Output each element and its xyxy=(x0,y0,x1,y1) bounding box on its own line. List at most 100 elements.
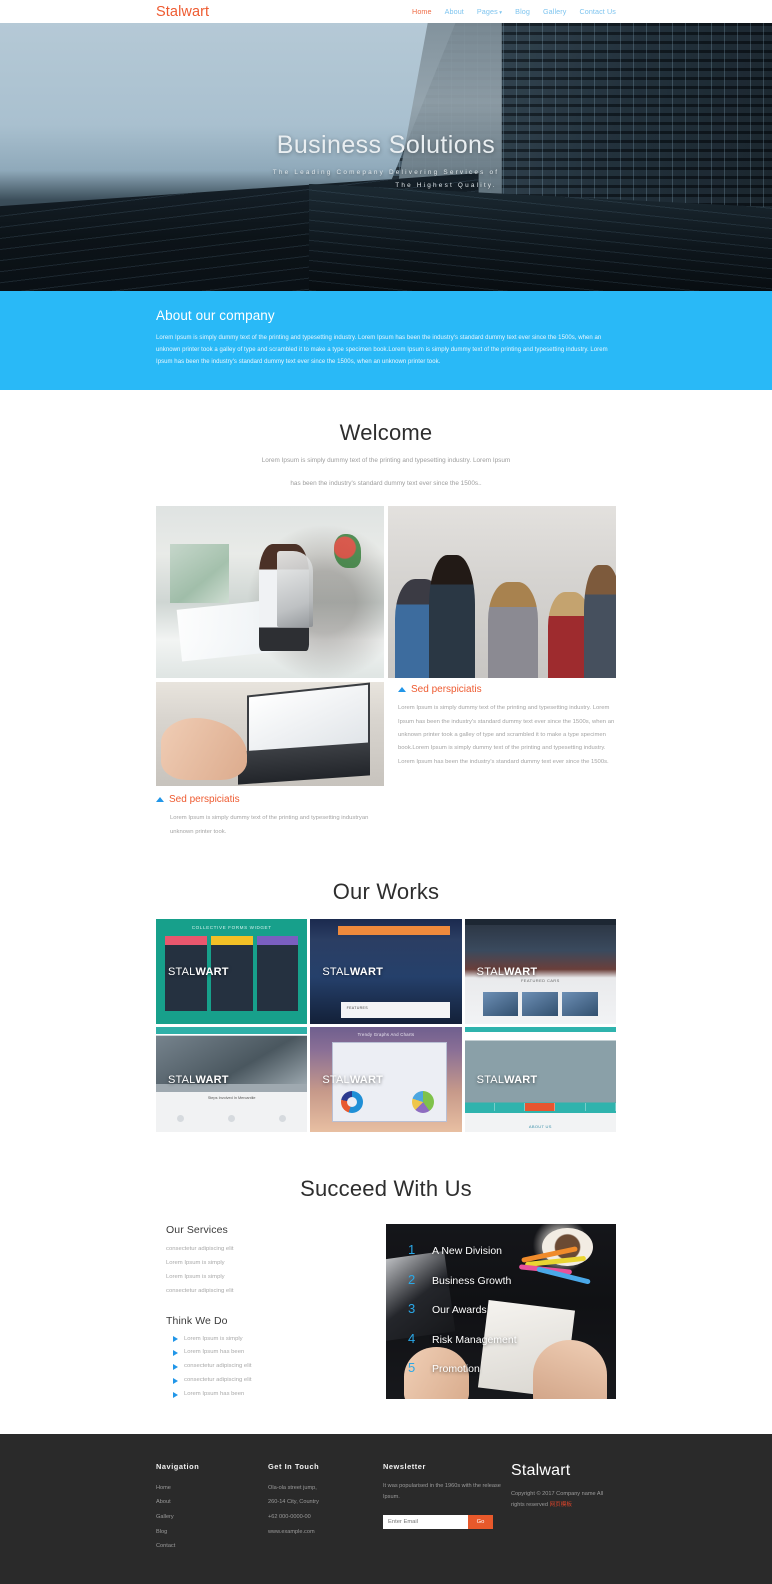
nav-item-blog[interactable]: Blog xyxy=(515,7,530,16)
about-company-text: Lorem Ipsum is simply dummy text of the … xyxy=(156,335,608,365)
work-thumb-topbar xyxy=(464,919,616,926)
footer-link-blog[interactable]: Blog xyxy=(156,1525,268,1540)
steps-list: 1 A New Division 2 Business Growth 3 Our Aw… xyxy=(386,1242,616,1390)
work-overlay-suffix: WART xyxy=(195,1073,229,1086)
work-overlay-suffix: WART xyxy=(349,965,384,978)
think-we-do-heading: Think We Do xyxy=(166,1314,228,1327)
newsletter-form: Go xyxy=(383,1515,493,1530)
our-services-heading: Our Services xyxy=(166,1224,228,1237)
list-item: consectetur adipiscing elit xyxy=(166,1287,234,1294)
footer-link-about[interactable]: About xyxy=(156,1495,268,1510)
footer-address-line-1: Ola-ola street jump, xyxy=(268,1484,317,1491)
hero-banner: Business Solutions The Leading Comepany … xyxy=(0,23,772,291)
work-item[interactable]: Trendy Graphs And Charts STALWART xyxy=(310,1027,462,1133)
work-overlay-suffix: WART xyxy=(504,1073,538,1086)
footer-website[interactable]: www.example.com xyxy=(268,1525,383,1540)
work-overlay-label: STALWART xyxy=(477,966,538,978)
list-item: Lorem Ipsum is simply xyxy=(166,1259,225,1266)
laptop-hand xyxy=(160,717,248,781)
step-item: 1 A New Division xyxy=(386,1242,616,1272)
step-label: A New Division xyxy=(432,1245,503,1258)
office-person xyxy=(258,544,309,651)
hero-title: Business Solutions xyxy=(276,131,496,159)
footer-link-gallery[interactable]: Gallery xyxy=(156,1510,268,1525)
think-we-do-list: Lorem Ipsum is simply Lorem Ipsum has be… xyxy=(166,1333,386,1402)
work-overlay-prefix: STAL xyxy=(168,965,196,978)
chevron-right-icon xyxy=(173,1364,178,1371)
meeting-person-5 xyxy=(584,564,616,679)
list-item-label: consectetur adipiscing elit xyxy=(184,1363,252,1370)
site-header: Stalwart Home About Pages ▾ Blog Gallery … xyxy=(0,0,772,23)
footer-copyright-credit[interactable]: 网页模板 xyxy=(550,1502,572,1508)
list-item: Lorem Ipsum is simply xyxy=(166,1273,225,1280)
succeed-body: Our Services consectetur adipiscing elit… xyxy=(156,1224,616,1402)
welcome-copy-bottom-heading-label: Sed perspiciatis xyxy=(169,794,240,806)
our-services-list: consectetur adipiscing elit Lorem Ipsum … xyxy=(166,1243,386,1299)
work-caption: COLLECTIVE FORMS WIDGET xyxy=(191,925,272,931)
welcome-copy-bottom: Sed perspiciatis Lorem Ipsum is simply d… xyxy=(156,786,384,839)
welcome-copy-right: Sed perspiciatis Lorem Ipsum is simply d… xyxy=(388,682,616,786)
work-overlay-prefix: STAL xyxy=(168,1073,196,1086)
meeting-person-3 xyxy=(488,582,539,679)
work-item[interactable]: ABOUT US STALWART xyxy=(464,1027,616,1133)
step-item: 4 Risk Management xyxy=(386,1331,616,1361)
nav-item-pages-label: Pages xyxy=(476,7,498,16)
list-item: consectetur adipiscing elit xyxy=(166,1374,386,1388)
services-column: Our Services consectetur adipiscing elit… xyxy=(156,1224,386,1402)
work-thumb-tabs xyxy=(464,1103,616,1112)
about-company-title: About our company xyxy=(156,308,275,323)
nav-item-about[interactable]: About xyxy=(445,7,464,16)
footer-contact-heading: Get In Touch xyxy=(268,1461,320,1471)
office-flower xyxy=(333,533,362,569)
step-number: 2 xyxy=(408,1271,416,1287)
work-overlay-label: STALWART xyxy=(477,1074,538,1086)
step-label: Promotion xyxy=(432,1363,480,1376)
nav-item-gallery[interactable]: Gallery xyxy=(543,7,566,16)
step-label: Our Awards xyxy=(432,1304,487,1317)
footer-newsletter-heading: Newsletter xyxy=(383,1461,426,1471)
welcome-image-office xyxy=(156,506,384,679)
footer-contact-column: Get In Touch Ola-ola street jump, 260-14… xyxy=(268,1462,383,1554)
work-thumb-cars xyxy=(482,991,598,1016)
main-navigation: Home About Pages ▾ Blog Gallery Contact U… xyxy=(412,7,616,16)
work-item[interactable]: COLLECTIVE FORMS WIDGET STALWART xyxy=(156,919,308,1025)
welcome-section: Welcome Lorem Ipsum is simply dummy text… xyxy=(0,390,772,839)
nav-item-pages[interactable]: Pages ▾ xyxy=(477,7,502,16)
work-overlay-label: STALWART xyxy=(322,966,383,978)
footer-brand-column: Stalwart Copyright © 2017 Company name A… xyxy=(503,1462,616,1554)
welcome-image-laptop xyxy=(156,682,384,787)
footer-phone: +62 000-0000-00 xyxy=(268,1513,311,1520)
work-overlay-label: STALWART xyxy=(168,1074,229,1086)
page-root: Stalwart Home About Pages ▾ Blog Gallery … xyxy=(0,0,772,1584)
step-label: Risk Management xyxy=(432,1333,517,1346)
about-company-band: About our company Lorem Ipsum is simply … xyxy=(0,291,772,390)
work-item[interactable]: FEATURED CARS STALWART xyxy=(464,919,616,1025)
newsletter-submit-button[interactable]: Go xyxy=(468,1515,493,1530)
caret-up-icon xyxy=(156,797,164,803)
welcome-copy-bottom-text: Lorem Ipsum is simply dummy text of the … xyxy=(170,815,369,835)
list-item-label: Lorem Ipsum is simply xyxy=(184,1335,243,1342)
work-overlay-suffix: WART xyxy=(504,965,538,978)
work-item[interactable]: Steps Involved In Mercantile STALWART xyxy=(156,1027,308,1133)
our-works-grid: COLLECTIVE FORMS WIDGET STALWART STALWAR… xyxy=(156,919,616,1133)
footer-address-line-2: 260-14 City, Country xyxy=(268,1499,319,1506)
step-number: 1 xyxy=(408,1242,416,1258)
nav-item-contact-us[interactable]: Contact Us xyxy=(579,7,616,16)
our-works-section: Our Works COLLECTIVE FORMS WIDGET STALWA… xyxy=(0,839,772,1133)
welcome-copy-right-heading: Sed perspiciatis xyxy=(398,684,616,695)
work-thumb-navbar xyxy=(156,1027,308,1035)
hero-text-block: Business Solutions The Leading Comepany … xyxy=(0,131,772,189)
hero-subtitle-line-2: The Highest Quality. xyxy=(395,182,497,189)
newsletter-email-input[interactable] xyxy=(383,1515,468,1530)
work-overlay-prefix: STAL xyxy=(476,1073,505,1086)
welcome-copy-bottom-heading: Sed perspiciatis xyxy=(156,794,384,805)
footer-link-contact[interactable]: Contact xyxy=(156,1539,268,1554)
work-overlay-label: STALWART xyxy=(168,966,229,978)
brand-logo[interactable]: Stalwart xyxy=(156,4,209,20)
step-label: Business Growth xyxy=(432,1274,512,1287)
nav-item-home[interactable]: Home xyxy=(412,7,432,16)
work-item[interactable]: STALWART xyxy=(310,919,462,1025)
welcome-subtitle-line-2: has been the industry's standard dummy t… xyxy=(290,479,482,487)
work-overlay-prefix: STAL xyxy=(476,965,505,978)
footer-link-home[interactable]: Home xyxy=(156,1481,268,1496)
